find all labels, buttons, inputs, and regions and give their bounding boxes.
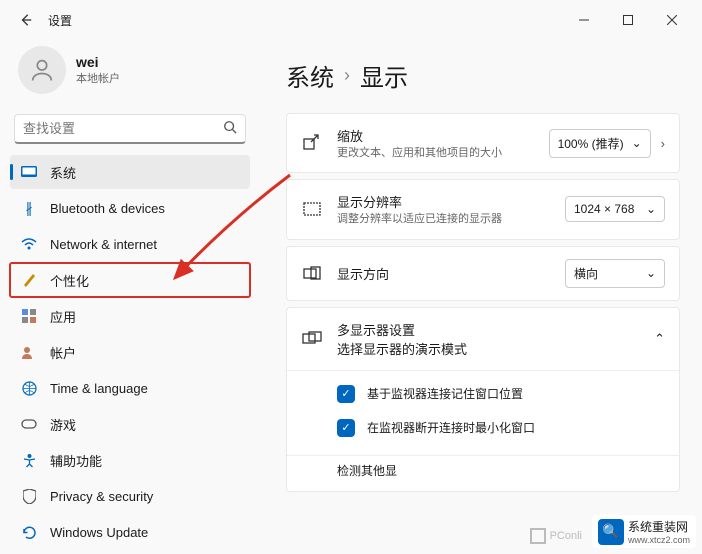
account-type: 本地帐户 xyxy=(76,70,120,86)
setting-title: 多显示器设置 xyxy=(337,320,654,339)
breadcrumb-current: 显示 xyxy=(360,58,408,93)
main-content: 系统 › 显示 缩放 更改文本、应用和其他项目的大小 100% (推荐) ⌄ ›… xyxy=(260,40,702,554)
setting-title: 显示方向 xyxy=(337,264,565,283)
back-button[interactable] xyxy=(8,2,44,38)
minimize-icon xyxy=(579,15,589,25)
sidebar-item-network[interactable]: Network & internet xyxy=(10,227,250,261)
checkbox-label: 基于监视器连接记住窗口位置 xyxy=(367,385,523,402)
maximize-icon xyxy=(623,15,633,25)
setting-title: 显示分辨率 xyxy=(337,192,565,211)
scale-icon xyxy=(301,134,323,152)
checkbox-checked-icon: ✓ xyxy=(337,419,355,437)
sidebar-item-label: Windows Update xyxy=(50,525,148,540)
setting-scale[interactable]: 缩放 更改文本、应用和其他项目的大小 100% (推荐) ⌄ › xyxy=(286,113,680,173)
person-icon xyxy=(28,56,56,84)
sidebar-item-label: 应用 xyxy=(50,307,76,326)
sidebar-item-label: 帐户 xyxy=(50,343,76,362)
system-icon xyxy=(20,166,38,178)
chevron-right-icon: › xyxy=(344,65,350,86)
avatar xyxy=(18,46,66,94)
titlebar: 设置 xyxy=(0,0,702,40)
sidebar-item-apps[interactable]: 应用 xyxy=(10,299,250,333)
sidebar-item-accessibility[interactable]: 辅助功能 xyxy=(10,443,250,477)
sidebar-item-system[interactable]: 系统 xyxy=(10,155,250,189)
sidebar-item-label: 游戏 xyxy=(50,415,76,434)
account-block[interactable]: wei 本地帐户 xyxy=(10,40,250,108)
orientation-icon xyxy=(301,266,323,281)
maximize-button[interactable] xyxy=(606,4,650,36)
chevron-down-icon: ⌄ xyxy=(646,202,656,216)
chevron-up-icon: ⌃ xyxy=(654,331,665,347)
sidebar-item-privacy[interactable]: Privacy & security xyxy=(10,479,250,513)
pconline-watermark: PConli xyxy=(530,528,582,544)
setting-desc: 更改文本、应用和其他项目的大小 xyxy=(337,146,549,160)
account-name: wei xyxy=(76,54,120,70)
scale-dropdown[interactable]: 100% (推荐) ⌄ xyxy=(549,129,651,158)
sidebar-item-label: Network & internet xyxy=(50,237,157,252)
chevron-down-icon: ⌄ xyxy=(646,266,656,280)
update-icon xyxy=(20,525,38,540)
expander-header[interactable]: 多显示器设置 选择显示器的演示模式 ⌃ xyxy=(287,308,679,370)
dropdown-value: 100% (推荐) xyxy=(558,135,624,152)
search-box[interactable] xyxy=(14,114,246,144)
multimonitor-icon xyxy=(301,331,323,346)
sidebar-item-bluetooth[interactable]: ∦ Bluetooth & devices xyxy=(10,191,250,225)
close-button[interactable] xyxy=(650,4,694,36)
search-icon xyxy=(223,120,237,137)
site-watermark: 🔍 系统重装网 www.xtcz2.com xyxy=(592,515,696,548)
accessibility-icon xyxy=(20,453,38,468)
gaming-icon xyxy=(20,418,38,430)
sidebar-item-label: 辅助功能 xyxy=(50,451,102,470)
dropdown-value: 横向 xyxy=(574,265,598,282)
setting-resolution[interactable]: 显示分辨率 调整分辨率以适应已连接的显示器 1024 × 768 ⌄ xyxy=(286,179,680,239)
apps-icon xyxy=(20,309,38,323)
globe-icon xyxy=(20,381,38,396)
magnifier-icon: 🔍 xyxy=(598,519,624,545)
search-input[interactable] xyxy=(23,121,223,136)
sidebar-item-personalization[interactable]: 个性化 xyxy=(10,263,250,297)
wifi-icon xyxy=(20,238,38,250)
chevron-right-icon[interactable]: › xyxy=(661,136,665,151)
sidebar-item-accounts[interactable]: 帐户 xyxy=(10,335,250,369)
checkbox-checked-icon: ✓ xyxy=(337,385,355,403)
sidebar-item-label: 系统 xyxy=(50,163,76,182)
setting-title: 缩放 xyxy=(337,126,549,145)
setting-orientation[interactable]: 显示方向 横向 ⌄ xyxy=(286,246,680,301)
back-arrow-icon xyxy=(19,13,33,27)
sidebar-item-time[interactable]: Time & language xyxy=(10,371,250,405)
sidebar-item-gaming[interactable]: 游戏 xyxy=(10,407,250,441)
setting-multimonitor: 多显示器设置 选择显示器的演示模式 ⌃ ✓ 基于监视器连接记住窗口位置 ✓ 在监… xyxy=(286,307,680,492)
dropdown-value: 1024 × 768 xyxy=(574,202,634,216)
checkbox-label: 在监视器断开连接时最小化窗口 xyxy=(367,419,535,436)
shield-icon xyxy=(20,489,38,504)
orientation-dropdown[interactable]: 横向 ⌄ xyxy=(565,259,665,288)
watermark-url: www.xtcz2.com xyxy=(628,535,690,545)
close-icon xyxy=(667,15,677,25)
minimize-button[interactable] xyxy=(562,4,606,36)
bluetooth-icon: ∦ xyxy=(20,200,38,217)
breadcrumb: 系统 › 显示 xyxy=(286,58,680,93)
breadcrumb-parent[interactable]: 系统 xyxy=(286,58,334,93)
resolution-icon xyxy=(301,202,323,216)
sidebar: wei 本地帐户 系统 ∦ Bluetooth & devices Networ… xyxy=(0,40,260,554)
app-title: 设置 xyxy=(48,12,72,29)
nav-list: 系统 ∦ Bluetooth & devices Network & inter… xyxy=(10,154,250,550)
detect-label: 检测其他显 xyxy=(337,462,397,479)
sidebar-item-label: Privacy & security xyxy=(50,489,153,504)
sidebar-item-update[interactable]: Windows Update xyxy=(10,515,250,549)
setting-desc: 选择显示器的演示模式 xyxy=(337,339,654,358)
sidebar-item-label: Time & language xyxy=(50,381,148,396)
brush-icon xyxy=(20,272,38,288)
setting-desc: 调整分辨率以适应已连接的显示器 xyxy=(337,212,565,226)
watermark-title: 系统重装网 xyxy=(628,520,688,534)
checkbox-remember-position[interactable]: ✓ 基于监视器连接记住窗口位置 xyxy=(337,377,665,411)
detect-row: 检测其他显 xyxy=(287,455,679,491)
resolution-dropdown[interactable]: 1024 × 768 ⌄ xyxy=(565,196,665,222)
sidebar-item-label: Bluetooth & devices xyxy=(50,201,165,216)
accounts-icon xyxy=(20,345,38,359)
chevron-down-icon: ⌄ xyxy=(632,136,642,150)
checkbox-minimize-on-disconnect[interactable]: ✓ 在监视器断开连接时最小化窗口 xyxy=(337,411,665,445)
sidebar-item-label: 个性化 xyxy=(50,271,89,290)
